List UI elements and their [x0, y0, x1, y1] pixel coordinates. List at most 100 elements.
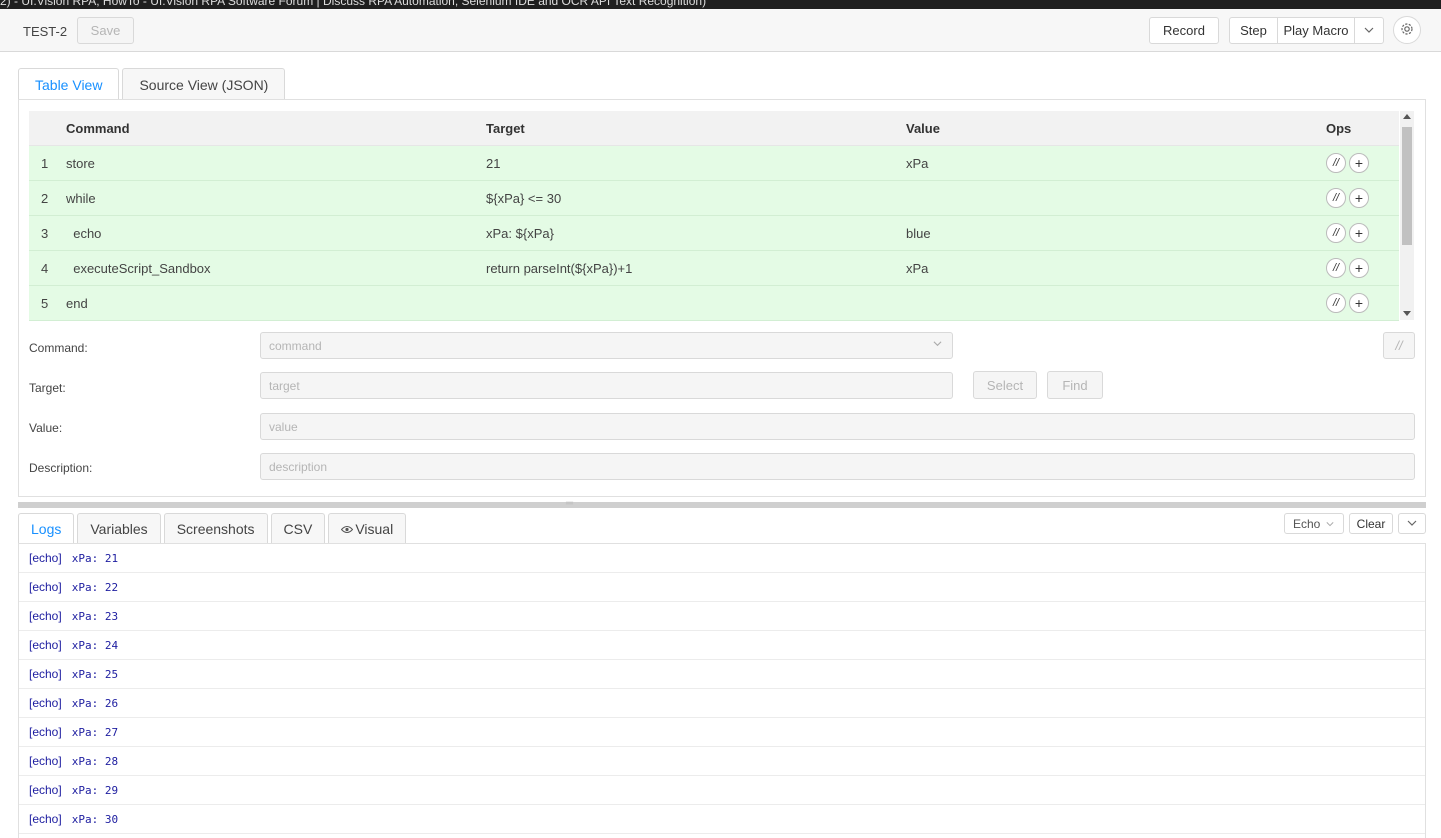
clear-logs-button[interactable]: Clear	[1349, 513, 1393, 534]
row-value: blue	[906, 225, 931, 241]
log-text: xPa: 24	[71, 638, 119, 652]
editor-tabs: Table View Source View (JSON)	[18, 68, 288, 101]
settings-button[interactable]	[1393, 16, 1421, 44]
value-input[interactable]: value	[260, 413, 1415, 440]
log-entry: [echo] xPa: 26	[19, 689, 1425, 718]
row-target: 21	[486, 155, 501, 171]
collapse-logs-button[interactable]	[1398, 513, 1426, 534]
chevron-down-icon	[1407, 517, 1417, 531]
play-dropdown-button[interactable]	[1355, 18, 1383, 43]
scroll-up-icon[interactable]	[1403, 114, 1411, 119]
tab-logs[interactable]: Logs	[18, 513, 75, 544]
row-ops: // +	[1326, 188, 1399, 208]
log-filter-value: Echo	[1293, 516, 1321, 531]
select-button[interactable]: Select	[973, 371, 1037, 399]
tab-visual-label: Visual	[355, 521, 394, 537]
description-input[interactable]: description	[260, 453, 1415, 480]
header-command: Command	[66, 120, 130, 136]
log-entry: [echo] xPa: 25	[19, 660, 1425, 689]
log-tag: [echo]	[29, 551, 62, 565]
row-target: xPa: ${xPa}	[486, 225, 554, 241]
tab-visual[interactable]: Visual	[328, 513, 407, 544]
row-command: while	[66, 190, 96, 206]
toolbar: TEST-2 Save Record Step Play Macro	[0, 9, 1441, 52]
insert-row-button[interactable]: +	[1349, 188, 1369, 208]
comment-toggle-button[interactable]: //	[1383, 332, 1415, 359]
tab-csv[interactable]: CSV	[270, 513, 326, 544]
header-value: Value	[906, 120, 940, 136]
header-target: Target	[486, 120, 525, 136]
table-row[interactable]: 3 echo xPa: ${xPa} blue // +	[29, 216, 1399, 251]
description-label: Description:	[29, 461, 93, 475]
window-title: 2) - UI.Vision RPA, HowTo - UI.Vision RP…	[0, 0, 707, 8]
comment-out-button[interactable]: //	[1326, 258, 1346, 278]
log-text: xPa: 25	[71, 667, 119, 681]
log-text: xPa: 29	[71, 783, 119, 797]
table-header: Command Target Value Ops	[29, 111, 1399, 146]
row-command: store	[66, 155, 95, 171]
insert-row-button[interactable]: +	[1349, 258, 1369, 278]
find-button[interactable]: Find	[1047, 371, 1103, 399]
tab-variables[interactable]: Variables	[77, 513, 161, 544]
gear-icon	[1400, 22, 1414, 39]
value-label: Value:	[29, 421, 63, 435]
log-text: xPa: 22	[71, 580, 119, 594]
row-number: 1	[41, 155, 49, 171]
comment-out-button[interactable]: //	[1326, 153, 1346, 173]
insert-row-button[interactable]: +	[1349, 223, 1369, 243]
row-command: executeScript_Sandbox	[66, 260, 211, 276]
table-row[interactable]: 4 executeScript_Sandbox return parseInt(…	[29, 251, 1399, 286]
table-row[interactable]: 5 end // +	[29, 286, 1399, 321]
table-row[interactable]: 1 store 21 xPa // +	[29, 146, 1399, 181]
row-target: return parseInt(${xPa})+1	[486, 260, 633, 276]
description-placeholder: description	[269, 459, 328, 474]
header-ops: Ops	[1326, 120, 1352, 136]
table-scrollbar[interactable]	[1400, 111, 1414, 320]
row-ops: // +	[1326, 153, 1399, 173]
log-text: xPa: 21	[71, 551, 119, 565]
log-list: [echo] xPa: 21 [echo] xPa: 22 [echo] xPa: 2…	[18, 543, 1426, 838]
value-placeholder: value	[269, 419, 298, 434]
row-ops: // +	[1326, 223, 1399, 243]
row-command: echo	[66, 225, 102, 241]
panel-splitter[interactable]: ═	[18, 498, 1426, 509]
comment-out-button[interactable]: //	[1326, 293, 1346, 313]
play-macro-button[interactable]: Play Macro	[1278, 18, 1355, 43]
insert-row-button[interactable]: +	[1349, 293, 1369, 313]
row-number: 2	[41, 190, 49, 206]
insert-row-button[interactable]: +	[1349, 153, 1369, 173]
log-tag: [echo]	[29, 609, 62, 623]
save-button[interactable]: Save	[77, 17, 134, 44]
log-text: xPa: 26	[71, 696, 119, 710]
log-tag: [echo]	[29, 638, 62, 652]
record-button[interactable]: Record	[1149, 17, 1219, 44]
log-text: xPa: 28	[71, 754, 119, 768]
macro-name: TEST-2	[23, 24, 68, 39]
row-ops: // +	[1326, 293, 1399, 313]
drag-handle-icon[interactable]: ═	[566, 498, 573, 509]
log-tabs: Logs Variables Screenshots CSV Visual	[18, 513, 409, 544]
log-filter-select[interactable]: Echo	[1284, 513, 1344, 534]
log-entry: [echo] xPa: 29	[19, 776, 1425, 805]
target-input[interactable]: target	[260, 372, 953, 399]
comment-out-button[interactable]: //	[1326, 188, 1346, 208]
log-tag: [echo]	[29, 754, 62, 768]
eye-icon	[341, 521, 354, 537]
command-input[interactable]: command	[260, 332, 953, 359]
tab-screenshots[interactable]: Screenshots	[163, 513, 268, 544]
scroll-down-icon[interactable]	[1403, 311, 1411, 316]
scrollbar-thumb[interactable]	[1402, 127, 1412, 245]
tab-table-view[interactable]: Table View	[18, 68, 120, 101]
comment-out-button[interactable]: //	[1326, 223, 1346, 243]
table-row[interactable]: 2 while ${xPa} <= 30 // +	[29, 181, 1399, 216]
log-tag: [echo]	[29, 725, 62, 739]
log-entry: [echo] xPa: 22	[19, 573, 1425, 602]
command-placeholder: command	[269, 338, 322, 353]
log-entry: [echo] xPa: 23	[19, 602, 1425, 631]
step-button[interactable]: Step	[1230, 18, 1278, 43]
tab-source-view[interactable]: Source View (JSON)	[122, 68, 286, 100]
chevron-down-icon	[1326, 517, 1334, 531]
chevron-down-icon	[933, 339, 942, 351]
target-placeholder: target	[269, 378, 300, 393]
row-command: end	[66, 295, 88, 311]
